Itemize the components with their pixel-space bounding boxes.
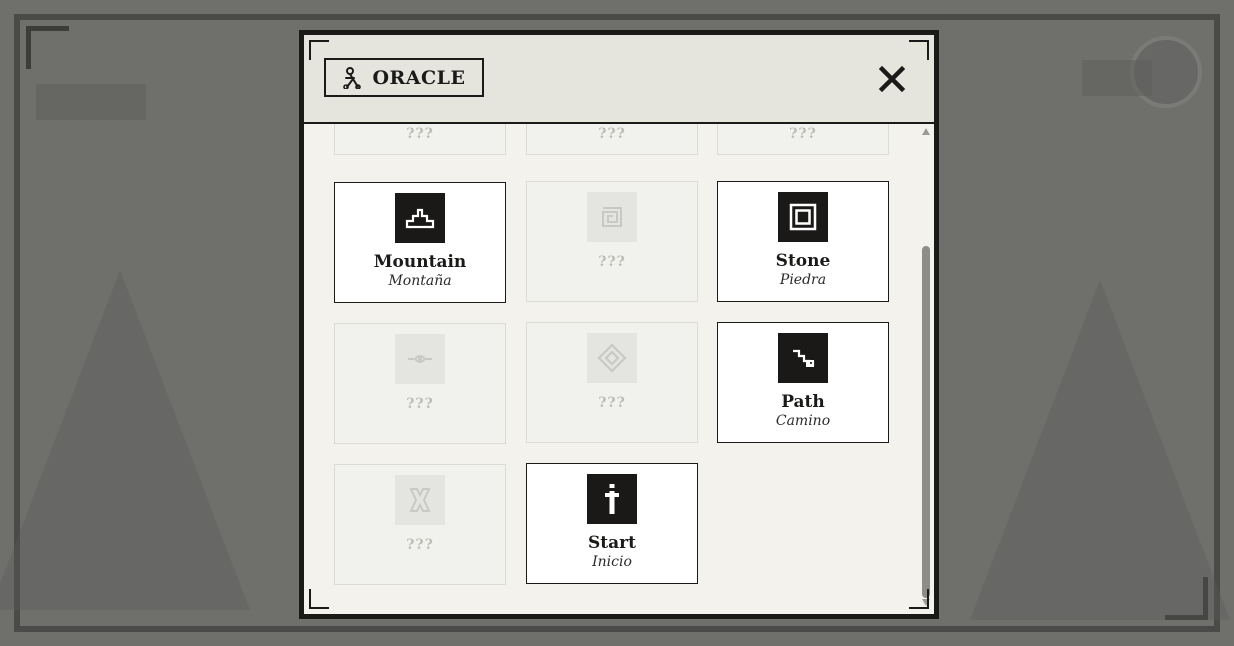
glossary-card-start[interactable]: Start Inicio	[526, 463, 698, 584]
oracle-modal: ORACLE ??? ??? ??? Mountain Montaña ??? …	[299, 30, 939, 619]
locked-label: ???	[789, 126, 817, 142]
glyph-name: Start	[588, 533, 636, 553]
scrollbar[interactable]	[921, 126, 931, 606]
glyph-name: Stone	[775, 251, 831, 271]
glossary-card-path[interactable]: Path Camino	[717, 322, 889, 443]
glossary-card-mountain[interactable]: Mountain Montaña	[334, 182, 506, 303]
glyph-name: Path	[781, 392, 825, 412]
corner-bracket	[309, 40, 329, 60]
close-icon[interactable]	[876, 63, 908, 95]
background-pyramid	[0, 270, 250, 610]
locked-label: ???	[598, 395, 626, 411]
glossary-card-locked[interactable]: ???	[334, 124, 506, 155]
background-pyramid	[970, 280, 1230, 620]
glyph-translation: Montaña	[388, 273, 452, 289]
glossary-card-locked[interactable]: ???	[526, 124, 698, 155]
oracle-figure-icon	[342, 66, 362, 89]
glossary-card-locked[interactable]: ???	[526, 181, 698, 302]
glossary-card-locked[interactable]: ???	[334, 464, 506, 585]
glyph-name: Mountain	[373, 252, 467, 272]
locked-label: ???	[598, 254, 626, 270]
modal-title: ORACLE	[324, 58, 484, 97]
diamond-glyph-icon	[587, 333, 637, 383]
glossary-card-stone[interactable]: Stone Piedra	[717, 181, 889, 302]
glyph-translation: Piedra	[779, 272, 827, 288]
corner-bracket	[909, 40, 929, 60]
start-glyph-icon	[587, 474, 637, 524]
path-glyph-icon	[778, 333, 828, 383]
glossary-card-locked[interactable]: ???	[526, 322, 698, 443]
scrollbar-thumb[interactable]	[922, 246, 930, 598]
close-button[interactable]	[876, 63, 908, 95]
eye-glyph-icon	[395, 334, 445, 384]
spiral-glyph-icon	[587, 192, 637, 242]
glossary-grid[interactable]: ??? ??? ??? Mountain Montaña ??? Stone P…	[304, 124, 934, 614]
locked-label: ???	[406, 126, 434, 142]
modal-header: ORACLE	[304, 35, 934, 124]
glyph-translation: Inicio	[592, 554, 632, 570]
corner-bracket	[309, 589, 329, 609]
mountain-glyph-icon	[395, 193, 445, 243]
background-panel	[36, 84, 146, 120]
corner-bracket	[909, 589, 929, 609]
frame-corner	[26, 26, 69, 69]
scroll-up-arrow-icon[interactable]	[922, 128, 930, 135]
locked-label: ???	[406, 537, 434, 553]
hourglass-glyph-icon	[395, 475, 445, 525]
locked-label: ???	[406, 396, 434, 412]
locked-label: ???	[598, 126, 626, 142]
glossary-card-locked[interactable]: ???	[717, 124, 889, 155]
glyph-translation: Camino	[775, 413, 831, 429]
background-panel	[1082, 60, 1152, 96]
glossary-card-locked[interactable]: ???	[334, 323, 506, 444]
stone-glyph-icon	[778, 192, 828, 242]
modal-title-text: ORACLE	[372, 66, 466, 89]
